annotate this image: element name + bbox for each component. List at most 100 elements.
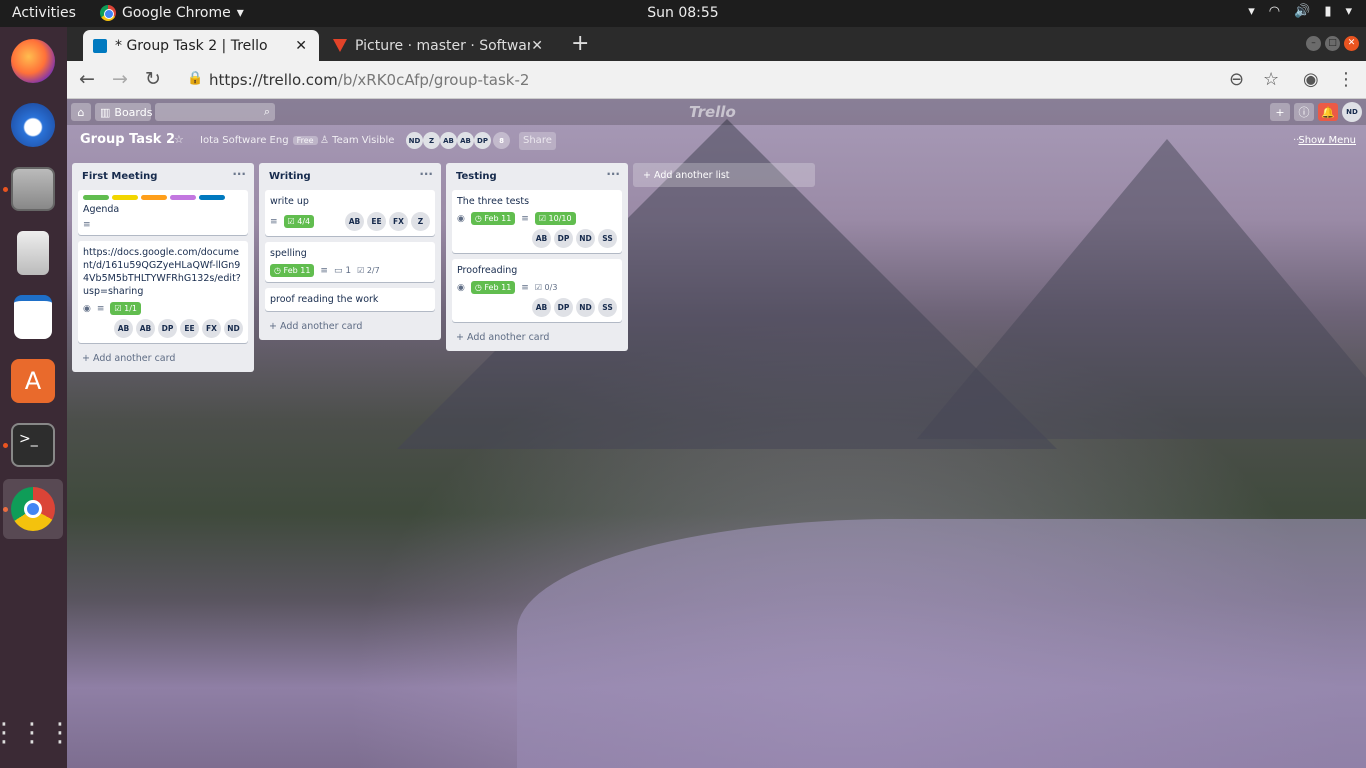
- list-title[interactable]: Writing ···: [259, 163, 441, 186]
- board-member-avatar[interactable]: Z: [423, 132, 440, 149]
- more-members-count[interactable]: 8: [493, 132, 510, 149]
- visibility-button[interactable]: ♙ Team Visible: [320, 135, 394, 146]
- zoom-icon[interactable]: ⊖: [1229, 69, 1244, 90]
- firefox-icon: [11, 39, 55, 83]
- clock[interactable]: Sun 08:55: [0, 5, 1366, 21]
- comment-badge: ▭ 1: [334, 266, 351, 276]
- member-avatar[interactable]: SS: [598, 229, 617, 248]
- create-button[interactable]: +: [1270, 103, 1290, 121]
- list-menu-icon[interactable]: ···: [232, 167, 246, 181]
- dock-files[interactable]: [3, 159, 63, 219]
- browser-tab-strip: * Group Task 2 | Trello ✕ Picture · mast…: [67, 27, 1366, 61]
- board-member-avatar[interactable]: AB: [440, 132, 457, 149]
- due-date-badge: ◷ Feb 11: [270, 264, 315, 277]
- card-members: AB DP ND SS: [457, 229, 617, 248]
- tab-trello[interactable]: * Group Task 2 | Trello ✕: [83, 30, 319, 61]
- card-spelling[interactable]: spelling ◷ Feb 11 ≡ ▭ 1 ☑ 2/7: [265, 242, 435, 282]
- battery-icon: ▮: [1324, 4, 1332, 19]
- card-agenda[interactable]: Agenda ≡: [78, 190, 248, 235]
- card-labels: [83, 195, 243, 200]
- member-avatar[interactable]: DP: [554, 298, 573, 317]
- add-card-button[interactable]: + Add another card: [259, 317, 441, 340]
- board-header: Group Task 2 ☆ Iota Software Eng Free ♙ T…: [67, 129, 1366, 153]
- card-title: spelling: [270, 248, 307, 259]
- board-member-avatar[interactable]: AB: [457, 132, 474, 149]
- label-blue: [199, 195, 225, 200]
- show-applications-button[interactable]: ⋮⋮⋮: [0, 703, 73, 763]
- trello-logo[interactable]: Trello: [689, 103, 736, 121]
- description-icon: ≡: [521, 213, 529, 224]
- card-proofreading[interactable]: Proofreading ◉ ◷ Feb 11 ≡ ☑ 0/3 AB DP ND…: [452, 259, 622, 322]
- dock-chrome[interactable]: [3, 479, 63, 539]
- member-avatar[interactable]: FX: [389, 212, 408, 231]
- tab-gitlab[interactable]: Picture · master · Softwar ✕: [323, 30, 555, 61]
- dock-thunderbird[interactable]: [3, 95, 63, 155]
- close-tab-icon[interactable]: ✕: [531, 38, 543, 54]
- minimize-button[interactable]: –: [1306, 36, 1321, 51]
- dock-rhythmbox[interactable]: [3, 223, 63, 283]
- bookmark-star-icon[interactable]: ☆: [1263, 69, 1279, 90]
- star-icon[interactable]: ☆: [174, 133, 184, 146]
- member-avatar[interactable]: FX: [202, 319, 221, 338]
- team-button[interactable]: Iota Software Eng Free: [200, 135, 318, 146]
- member-avatar[interactable]: EE: [180, 319, 199, 338]
- wifi-icon: ◠: [1268, 4, 1281, 19]
- board-member-avatar[interactable]: DP: [474, 132, 491, 149]
- info-button[interactable]: ⓘ: [1294, 103, 1314, 121]
- member-avatar[interactable]: ND: [576, 229, 595, 248]
- card-proof-reading[interactable]: proof reading the work: [265, 288, 435, 311]
- home-button[interactable]: ⌂: [71, 103, 91, 121]
- member-avatar[interactable]: ND: [576, 298, 595, 317]
- add-card-button[interactable]: + Add another card: [72, 349, 254, 372]
- member-avatar[interactable]: AB: [532, 229, 551, 248]
- user-avatar[interactable]: ND: [1342, 102, 1362, 122]
- member-avatar[interactable]: DP: [158, 319, 177, 338]
- system-tray[interactable]: ▾ ◠ 🔊 ▮ ▾: [1248, 4, 1352, 19]
- close-tab-icon[interactable]: ✕: [295, 38, 307, 54]
- member-avatar[interactable]: EE: [367, 212, 386, 231]
- member-avatar[interactable]: AB: [136, 319, 155, 338]
- menu-icon[interactable]: ⋮: [1337, 69, 1355, 90]
- list-title[interactable]: First Meeting ···: [72, 163, 254, 186]
- dock-software[interactable]: A: [3, 351, 63, 411]
- dock-firefox[interactable]: [3, 31, 63, 91]
- back-button[interactable]: ←: [79, 68, 95, 90]
- reload-button[interactable]: ↻: [145, 68, 161, 90]
- member-avatar[interactable]: AB: [345, 212, 364, 231]
- dock-writer[interactable]: [3, 287, 63, 347]
- address-bar[interactable]: https://trello.com/b/xRK0cAfp/group-task…: [209, 71, 529, 89]
- checklist-count: 2/7: [366, 266, 380, 275]
- member-avatar[interactable]: Z: [411, 212, 430, 231]
- card-write-up[interactable]: write up ≡ ☑ 4/4 AB EE FX Z: [265, 190, 435, 236]
- list-title-text: Testing: [456, 171, 497, 182]
- card-docs-link[interactable]: https://docs.google.com/document/d/161u5…: [78, 241, 248, 343]
- add-card-button[interactable]: + Add another card: [446, 328, 628, 351]
- search-input[interactable]: ⌕: [155, 103, 275, 121]
- dock-terminal[interactable]: >_: [3, 415, 63, 475]
- list-menu-icon[interactable]: ···: [419, 167, 433, 181]
- boards-button[interactable]: ▥ Boards: [95, 103, 152, 121]
- board-title[interactable]: Group Task 2: [80, 132, 175, 147]
- member-avatar[interactable]: DP: [554, 229, 573, 248]
- card-three-tests[interactable]: The three tests ◉ ◷ Feb 11 ≡ ☑ 10/10 AB …: [452, 190, 622, 253]
- member-avatar[interactable]: AB: [532, 298, 551, 317]
- checklist-count: 1/1: [124, 304, 137, 313]
- member-avatar[interactable]: ND: [224, 319, 243, 338]
- close-window-button[interactable]: ✕: [1344, 36, 1359, 51]
- add-list-button[interactable]: + Add another list: [633, 163, 815, 187]
- comment-count: 1: [345, 265, 352, 276]
- list-title[interactable]: Testing ···: [446, 163, 628, 186]
- list-testing: Testing ··· The three tests ◉ ◷ Feb 11 ≡…: [446, 163, 628, 351]
- watch-icon: ◉: [457, 213, 465, 224]
- show-menu-link[interactable]: Show Menu: [1298, 135, 1356, 146]
- forward-button[interactable]: →: [112, 68, 128, 90]
- board-member-avatar[interactable]: ND: [406, 132, 423, 149]
- list-menu-icon[interactable]: ···: [606, 167, 620, 181]
- maximize-button[interactable]: □: [1325, 36, 1340, 51]
- notifications-button[interactable]: 🔔: [1318, 103, 1338, 121]
- member-avatar[interactable]: AB: [114, 319, 133, 338]
- new-tab-button[interactable]: +: [571, 31, 589, 56]
- member-avatar[interactable]: SS: [598, 298, 617, 317]
- share-button[interactable]: Share: [519, 132, 556, 150]
- profile-icon[interactable]: ◉: [1303, 69, 1319, 90]
